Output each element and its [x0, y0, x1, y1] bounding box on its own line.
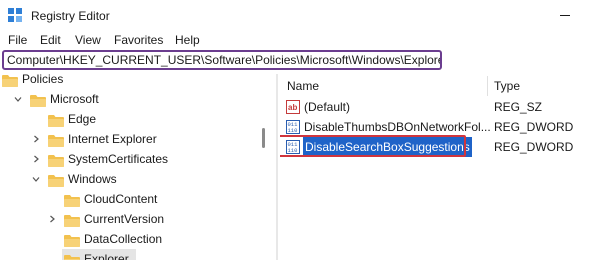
folder-icon	[64, 253, 80, 260]
tree-node-label: SystemCertificates	[68, 152, 169, 166]
tree-node-label: CurrentVersion	[84, 212, 165, 226]
tree-node-label: Edge	[68, 112, 97, 126]
registry-editor-icon	[8, 8, 22, 22]
value-type: REG_DWORD	[494, 120, 574, 134]
svg-text:110: 110	[288, 127, 298, 134]
tree-node[interactable]: Microsoft	[14, 89, 248, 109]
tree-node[interactable]: DataCollection	[62, 229, 258, 249]
value-name: DisableThumbsDBOnNetworkFol...	[304, 120, 491, 134]
string-value-icon: ab	[286, 100, 300, 114]
column-header-name[interactable]: Name	[287, 79, 319, 93]
minimize-button[interactable]	[546, 0, 590, 32]
highlight-callout-box	[280, 135, 466, 157]
folder-icon	[30, 93, 46, 107]
menu-bar: File Edit View Favorites Help	[0, 32, 590, 50]
tree-node[interactable]: Edge	[46, 109, 258, 129]
tree-node-label: CloudContent	[84, 192, 158, 206]
folder-icon	[64, 233, 80, 247]
dword-value-icon: 011 110	[286, 120, 300, 134]
tree-node[interactable]: CloudContent	[62, 189, 258, 209]
value-row[interactable]: ab (Default) REG_SZ	[280, 97, 590, 117]
folder-icon	[48, 153, 64, 167]
menu-view[interactable]: View	[75, 33, 101, 47]
tree-scrollbar[interactable]	[258, 74, 270, 260]
tree-node-label: Explorer	[84, 252, 129, 260]
values-list: Name Type ab (Default) REG_SZ 011 110 Disable…	[280, 74, 590, 260]
value-row[interactable]: 011 110 DisableThumbsDBOnNetworkFol... REG_…	[280, 117, 590, 137]
tree-node[interactable]: Internet Explorer	[34, 129, 258, 149]
folder-icon	[48, 133, 64, 147]
tree-node[interactable]: Policies	[0, 74, 220, 89]
menu-file[interactable]: File	[8, 33, 27, 47]
pane-splitter[interactable]	[276, 74, 278, 260]
tree-node-label: Internet Explorer	[68, 132, 157, 146]
chevron-down-icon[interactable]	[14, 89, 24, 109]
folder-icon	[48, 173, 64, 187]
tree-node-label: Microsoft	[50, 92, 99, 106]
value-row[interactable]: 011 110 DisableSearchBoxSuggestions REG_DWO…	[280, 135, 590, 157]
chevron-down-icon[interactable]	[32, 169, 42, 189]
scrollbar-thumb[interactable]	[262, 128, 265, 148]
value-name: (Default)	[304, 100, 351, 114]
tree-node-label: Windows	[68, 172, 117, 186]
registry-tree: Policies Microsoft Edge Internet Explorer Sy…	[0, 74, 258, 260]
tree-node-label: DataCollection	[84, 232, 163, 246]
folder-icon	[64, 213, 80, 227]
menu-favorites[interactable]: Favorites	[114, 33, 163, 47]
chevron-right-icon[interactable]	[32, 149, 42, 169]
tree-node[interactable]: Explorer	[62, 249, 136, 260]
value-type: REG_DWORD	[494, 140, 574, 154]
folder-icon	[2, 74, 18, 87]
folder-icon	[48, 113, 64, 127]
chevron-right-icon[interactable]	[48, 209, 58, 229]
column-divider[interactable]	[487, 76, 488, 96]
menu-help[interactable]: Help	[175, 33, 200, 47]
svg-text:ab: ab	[288, 103, 297, 112]
menu-edit[interactable]: Edit	[40, 33, 61, 47]
folder-icon	[64, 193, 80, 207]
window-title: Registry Editor	[31, 9, 110, 23]
address-bar[interactable]: Computer\HKEY_CURRENT_USER\Software\Poli…	[2, 50, 442, 70]
title-bar: Registry Editor	[0, 0, 590, 32]
value-type: REG_SZ	[494, 100, 543, 114]
tree-node-label: Policies	[22, 74, 64, 86]
tree-node[interactable]: SystemCertificates	[34, 149, 258, 169]
column-header-type[interactable]: Type	[494, 79, 520, 93]
tree-node[interactable]: CurrentVersion	[50, 209, 258, 229]
tree-node[interactable]: Windows	[32, 169, 258, 189]
chevron-right-icon[interactable]	[32, 129, 42, 149]
